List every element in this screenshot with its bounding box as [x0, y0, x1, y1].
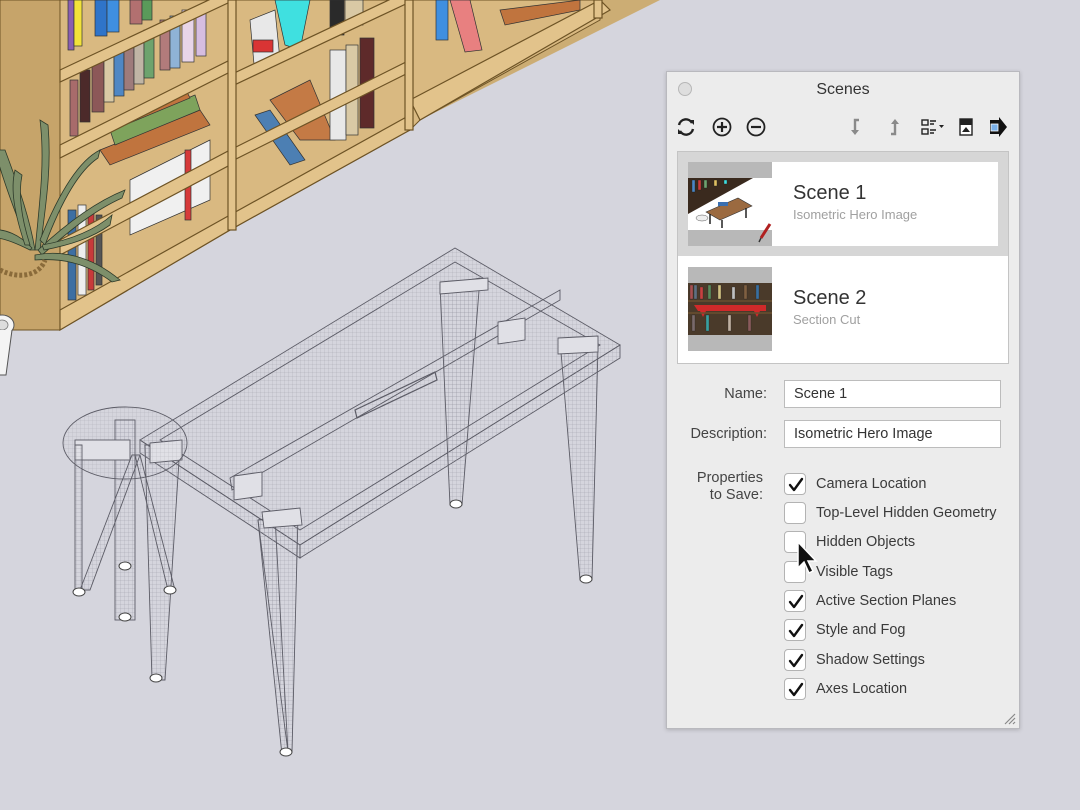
checkbox[interactable] — [784, 619, 806, 641]
scene-description: Section Cut — [793, 312, 861, 327]
remove-scene-icon — [746, 117, 766, 137]
scene-name: Scene 1 — [793, 182, 867, 204]
panel-title: Scenes — [816, 81, 870, 98]
checkbox-axes-location[interactable]: Axes Location — [784, 677, 907, 701]
checkbox-label: Shadow Settings — [816, 652, 925, 668]
view-options-icon — [921, 119, 944, 135]
checkbox[interactable] — [784, 502, 806, 524]
cup-model — [0, 314, 15, 376]
checkbox[interactable] — [784, 473, 806, 495]
checkbox-label: Top-Level Hidden Geometry — [816, 505, 997, 521]
checkbox-camera-location[interactable]: Camera Location — [784, 472, 926, 496]
scenes-toolbar — [667, 108, 1019, 150]
bookshelf-model — [0, 0, 660, 332]
checkmark-icon — [788, 653, 804, 668]
resize-grip-icon[interactable] — [1002, 711, 1016, 725]
scene-thumbnail — [688, 267, 772, 351]
checkmark-icon — [788, 477, 804, 492]
move-scene-down-icon — [851, 118, 859, 135]
checkbox-label: Style and Fog — [816, 622, 906, 638]
remove-scene-button[interactable] — [743, 114, 769, 140]
scene-description-input[interactable] — [784, 420, 1001, 448]
refresh-icon — [677, 118, 695, 136]
update-thumbnail-icon — [959, 118, 973, 136]
scene-name-input[interactable] — [784, 380, 1001, 408]
checkmark-icon — [788, 682, 804, 697]
checkbox[interactable] — [784, 678, 806, 700]
view-options-button[interactable] — [918, 114, 948, 140]
scene-list-item-scene-2[interactable]: Scene 2 Section Cut — [678, 257, 1008, 361]
checkmark-icon — [788, 594, 804, 609]
checkbox-visible-tags[interactable]: Visible Tags — [784, 560, 893, 584]
details-toggle-button[interactable] — [985, 114, 1011, 140]
checkbox[interactable] — [784, 590, 806, 612]
checkbox[interactable] — [784, 531, 806, 553]
checkbox-top-level-hidden-geometry[interactable]: Top-Level Hidden Geometry — [784, 501, 997, 525]
add-scene-button[interactable] — [709, 114, 735, 140]
checkbox-label: Visible Tags — [816, 564, 893, 580]
checkbox-label: Active Section Planes — [816, 593, 957, 609]
add-scene-icon — [712, 117, 732, 137]
checkbox[interactable] — [784, 561, 806, 583]
scene-thumbnail — [688, 162, 772, 246]
scenes-panel: Scenes Scene 1 Isometric Hero Image Scen… — [666, 71, 1020, 729]
details-toggle-icon — [990, 117, 1007, 137]
checkbox-hidden-objects[interactable]: Hidden Objects — [784, 530, 915, 554]
panel-titlebar[interactable]: Scenes — [667, 72, 1019, 108]
checkbox[interactable] — [784, 649, 806, 671]
scene-name: Scene 2 — [793, 287, 867, 309]
checkbox-shadow-settings[interactable]: Shadow Settings — [784, 648, 925, 672]
wireframe-table-model — [62, 247, 621, 756]
properties-label-line1: Properties — [696, 470, 763, 486]
properties-to-save-label: Properties to Save: — [677, 470, 763, 504]
move-scene-up-button[interactable] — [881, 114, 907, 140]
scene-description: Isometric Hero Image — [793, 207, 918, 222]
move-scene-up-icon — [891, 119, 899, 136]
move-scene-down-button[interactable] — [843, 114, 869, 140]
checkbox-label: Hidden Objects — [816, 534, 916, 550]
checkbox-active-section-planes[interactable]: Active Section Planes — [784, 589, 956, 613]
scene-list: Scene 1 Isometric Hero Image Scene 2 Sec… — [677, 151, 1009, 364]
refresh-button[interactable] — [673, 114, 699, 140]
properties-label-line2: to Save: — [709, 487, 763, 503]
checkbox-label: Camera Location — [816, 476, 927, 492]
name-label: Name: — [724, 386, 767, 402]
checkbox-label: Axes Location — [816, 681, 908, 697]
update-thumbnail-button[interactable] — [953, 114, 979, 140]
description-label: Description: — [690, 426, 767, 442]
checkmark-icon — [788, 623, 804, 638]
scene-list-item-scene-1[interactable]: Scene 1 Isometric Hero Image — [678, 152, 1008, 256]
checkbox-style-and-fog[interactable]: Style and Fog — [784, 618, 905, 642]
